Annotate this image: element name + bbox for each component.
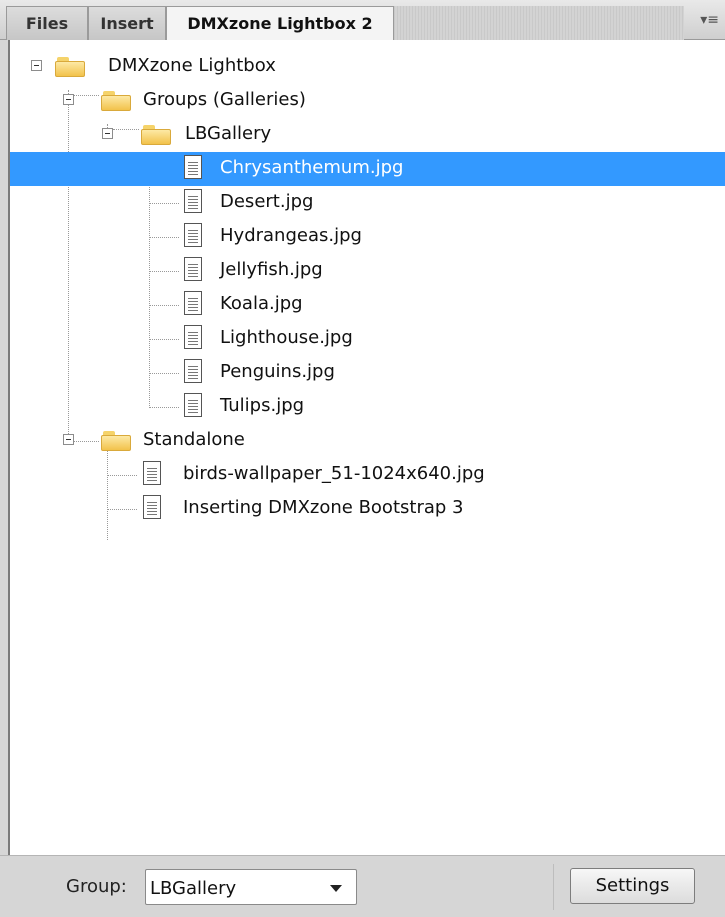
file-icon — [184, 393, 202, 417]
tree-file-label: Hydrangeas.jpg — [220, 225, 362, 246]
folder-icon — [141, 125, 171, 145]
collapse-toggle-icon[interactable] — [63, 434, 74, 445]
file-icon — [143, 495, 161, 519]
group-label: Group: — [66, 876, 127, 897]
tree-file-label: Jellyfish.jpg — [220, 259, 323, 280]
tab-dmxzone-lightbox[interactable]: DMXzone Lightbox 2 — [166, 6, 394, 41]
file-icon — [184, 325, 202, 349]
file-icon — [184, 223, 202, 247]
panel-menu-icon[interactable]: ▾≡ — [689, 12, 719, 30]
tree-file-label: Desert.jpg — [220, 191, 314, 212]
collapse-toggle-icon[interactable] — [102, 128, 113, 139]
file-icon — [184, 291, 202, 315]
tree-node-label: Groups (Galleries) — [143, 89, 306, 110]
folder-icon — [101, 91, 131, 111]
settings-button[interactable]: Settings — [570, 868, 695, 904]
tree-file-jellyfish[interactable]: Jellyfish.jpg — [10, 254, 725, 288]
file-icon — [143, 461, 161, 485]
footer-divider — [553, 864, 554, 910]
group-select-value: LBGallery — [150, 878, 237, 899]
lightbox-panel: Files Insert DMXzone Lightbox 2 ▾≡ DMXzo… — [0, 0, 725, 917]
group-select[interactable]: LBGallery — [145, 869, 357, 905]
tree-node-standalone[interactable]: Standalone — [10, 424, 725, 458]
tree-file-label: Lighthouse.jpg — [220, 327, 353, 348]
tree-node-label: LBGallery — [185, 123, 272, 144]
tree-file-desert[interactable]: Desert.jpg — [10, 186, 725, 220]
folder-icon — [101, 431, 131, 451]
collapse-toggle-icon[interactable] — [63, 94, 74, 105]
dropdown-arrow-icon — [330, 885, 342, 892]
tree-node-lbgallery[interactable]: LBGallery — [10, 118, 725, 152]
tree-file-label: Inserting DMXzone Bootstrap 3 — [183, 497, 464, 518]
tree-file-lighthouse[interactable]: Lighthouse.jpg — [10, 322, 725, 356]
tree-file-chrysanthemum[interactable]: Chrysanthemum.jpg — [10, 152, 725, 186]
tree-file-hydrangeas[interactable]: Hydrangeas.jpg — [10, 220, 725, 254]
tab-files[interactable]: Files — [6, 6, 88, 40]
tree-file-tulips[interactable]: Tulips.jpg — [10, 390, 725, 424]
panel-footer: Group: LBGallery Settings — [0, 855, 725, 917]
tab-insert[interactable]: Insert — [88, 6, 166, 40]
file-icon — [184, 155, 202, 179]
tree-node-label: Standalone — [143, 429, 245, 450]
tree-file-label: Tulips.jpg — [220, 395, 305, 416]
tree-file-birds-wallpaper[interactable]: birds-wallpaper_51-1024x640.jpg — [10, 458, 725, 492]
tree-file-inserting-bootstrap[interactable]: Inserting DMXzone Bootstrap 3 — [10, 492, 725, 526]
tree-node-root[interactable]: DMXzone Lightbox — [10, 50, 725, 84]
tab-bar-grip — [394, 6, 684, 40]
tree-file-label: Chrysanthemum.jpg — [220, 157, 404, 178]
tree-file-label: Penguins.jpg — [220, 361, 335, 382]
file-icon — [184, 359, 202, 383]
tree-file-label: birds-wallpaper_51-1024x640.jpg — [183, 463, 485, 484]
tree-node-label: DMXzone Lightbox — [108, 55, 276, 76]
tree-file-koala[interactable]: Koala.jpg — [10, 288, 725, 322]
panel-tab-bar: Files Insert DMXzone Lightbox 2 ▾≡ — [0, 0, 725, 41]
file-icon — [184, 257, 202, 281]
tree-file-label: Koala.jpg — [220, 293, 303, 314]
folder-icon — [55, 57, 85, 77]
file-icon — [184, 189, 202, 213]
collapse-toggle-icon[interactable] — [31, 60, 42, 71]
tree-node-groups-galleries[interactable]: Groups (Galleries) — [10, 84, 725, 118]
lightbox-tree: DMXzone Lightbox Groups (Galleries) LBGa… — [8, 40, 725, 855]
tree-file-penguins[interactable]: Penguins.jpg — [10, 356, 725, 390]
